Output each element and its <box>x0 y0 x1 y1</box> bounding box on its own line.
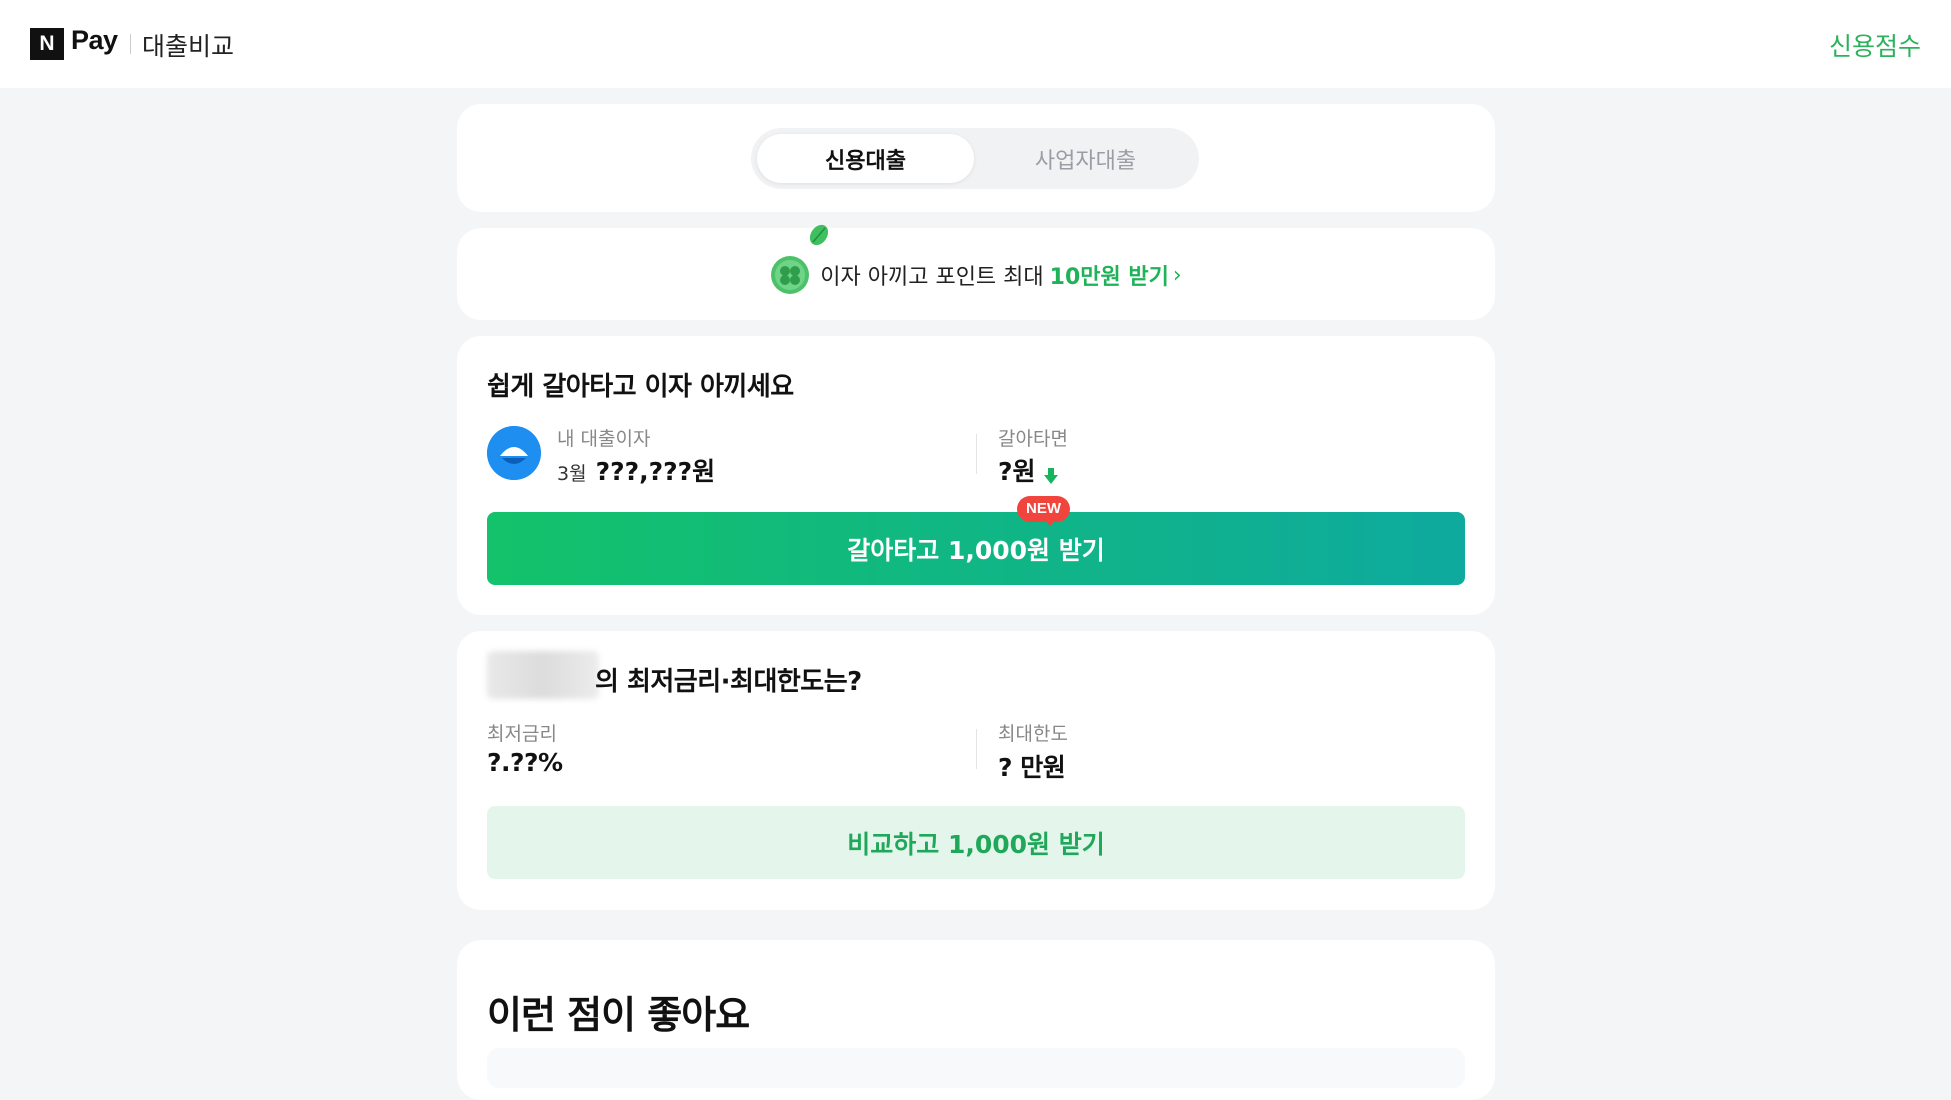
refinance-card: 쉽게 갈아타고 이자 아끼세요 내 대출이자 3월 ???,???원 갈아타면 … <box>457 336 1495 615</box>
points-promo-link[interactable]: 이자 아끼고 포인트 최대 10만원 받기 › <box>457 255 1495 295</box>
my-interest-month: 3월 <box>557 463 587 485</box>
new-badge-tail <box>1044 519 1056 526</box>
credit-score-link[interactable]: 신용점수 <box>1829 27 1921 63</box>
clover-coin-icon <box>770 255 810 295</box>
promo-text: 이자 아끼고 포인트 최대 <box>820 265 1044 290</box>
blurred-user-name <box>487 651 599 699</box>
compare-card: 의 최저금리·최대한도는? 최저금리 ?.??% 최대한도 ? 만원 비교하고 … <box>457 631 1495 910</box>
loan-type-tabs: 신용대출 사업자대출 <box>751 128 1199 189</box>
compare-title: 의 최저금리·최대한도는? <box>595 667 862 697</box>
top-header: N Pay 대출비교 신용점수 <box>0 0 1951 88</box>
bank-logo-icon <box>487 426 541 480</box>
service-title[interactable]: 대출비교 <box>142 27 234 63</box>
max-limit-value: ? 만원 <box>998 753 1066 782</box>
stat-divider <box>976 434 977 474</box>
tab-credit-loan[interactable]: 신용대출 <box>757 134 974 183</box>
loan-type-card: 신용대출 사업자대출 <box>457 104 1495 212</box>
leaf-icon <box>809 224 829 246</box>
switch-value: ?원 <box>998 457 1036 486</box>
my-interest-value: ???,???원 <box>595 457 716 486</box>
min-rate-value: ?.??% <box>487 748 563 777</box>
stat-divider <box>976 729 977 769</box>
points-promo-card: 이자 아끼고 포인트 최대 10만원 받기 › <box>457 228 1495 320</box>
tab-business-loan[interactable]: 사업자대출 <box>977 134 1194 183</box>
refinance-button[interactable]: 갈아타고 1,000원 받기 <box>487 512 1465 585</box>
switch-row: ?원 <box>998 452 1059 488</box>
min-rate-label: 최저금리 <box>487 723 557 745</box>
compare-button[interactable]: 비교하고 1,000원 받기 <box>487 806 1465 879</box>
chevron-right-icon: › <box>1172 262 1182 288</box>
benefits-content <box>487 1048 1465 1088</box>
switch-label: 갈아타면 <box>998 428 1068 450</box>
naver-logo-icon[interactable]: N <box>30 28 64 60</box>
benefits-card: 이런 점이 좋아요 <box>457 940 1495 1100</box>
logo-divider <box>130 34 131 54</box>
arrow-down-icon <box>1043 467 1058 484</box>
max-limit-label: 최대한도 <box>998 723 1068 745</box>
pay-logo-text[interactable]: Pay <box>71 25 118 56</box>
benefits-title: 이런 점이 좋아요 <box>487 993 750 1037</box>
promo-highlight: 10만원 받기 <box>1049 265 1169 290</box>
refinance-title: 쉽게 갈아타고 이자 아끼세요 <box>487 372 794 402</box>
my-interest-label: 내 대출이자 <box>557 428 651 450</box>
my-interest-row: 3월 ???,???원 <box>557 452 715 488</box>
